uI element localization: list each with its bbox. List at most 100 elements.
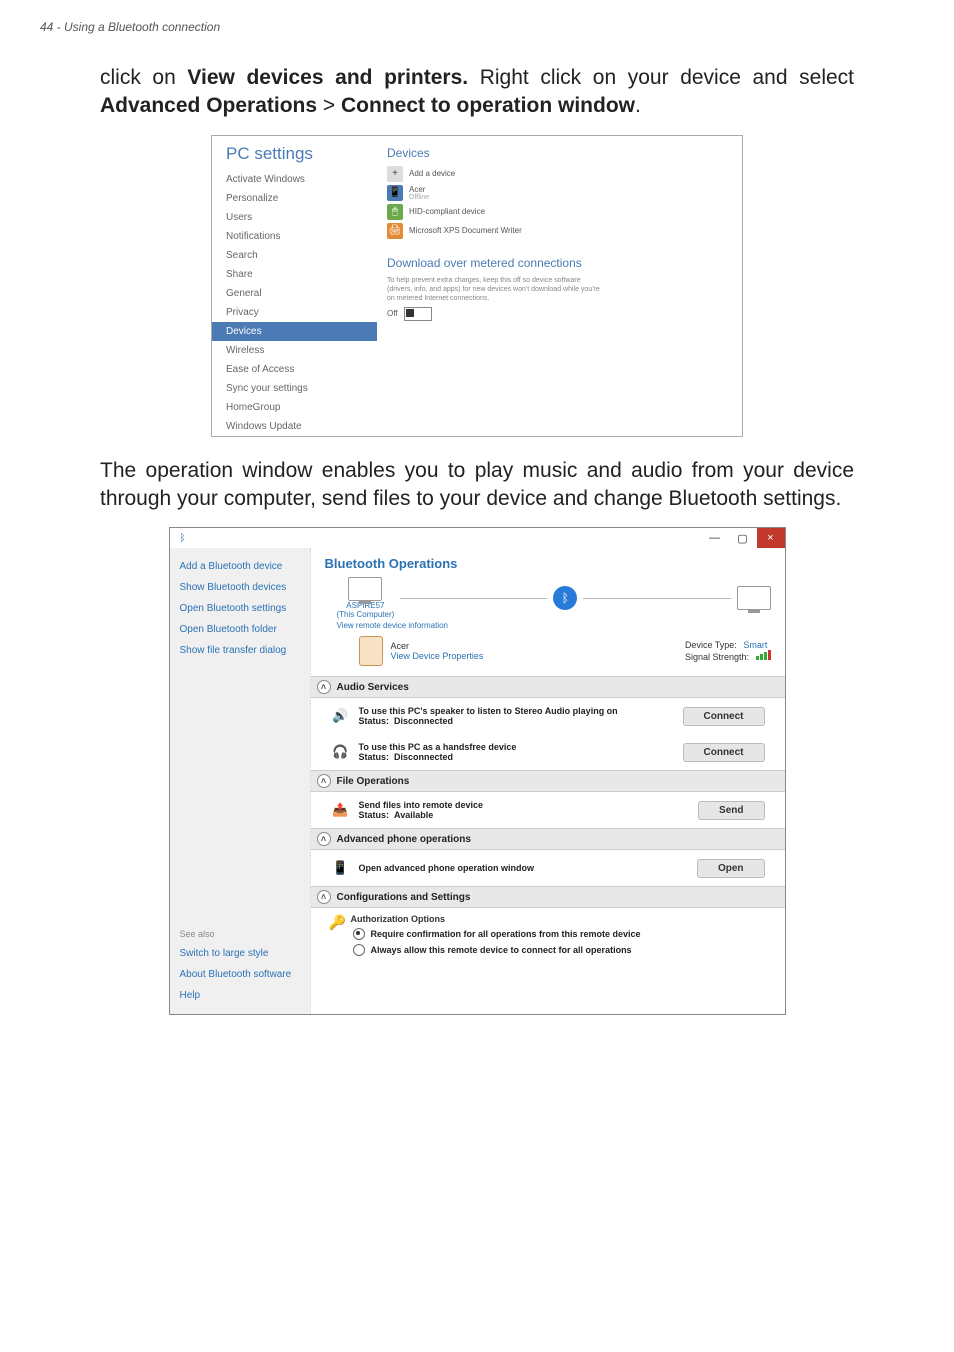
- status-label: Status:: [359, 810, 390, 820]
- device-type-label: Device Type:: [685, 640, 737, 650]
- collapse-icon: ˄: [317, 832, 331, 846]
- see-also-label: See also: [170, 921, 310, 943]
- toggle-label: Off: [387, 309, 398, 318]
- link-help[interactable]: Help: [170, 985, 310, 1006]
- nav-sync-settings[interactable]: Sync your settings: [212, 379, 377, 398]
- pc-settings-sidebar: PC settings Activate Windows Personalize…: [212, 136, 377, 436]
- link-view-remote-info[interactable]: View remote device information: [337, 621, 771, 630]
- window-title-bar: ᛒ — ▢ ×: [170, 528, 785, 548]
- screenshot-bluetooth-operations: ᛒ — ▢ × Add a Bluetooth device Show Blue…: [169, 527, 786, 1015]
- nav-personalize[interactable]: Personalize: [212, 189, 377, 208]
- open-button[interactable]: Open: [697, 859, 765, 878]
- device-row-acer[interactable]: 📱 Acer Offline: [387, 185, 724, 201]
- plus-icon: +: [387, 166, 403, 182]
- t: Right click on your device and select: [468, 66, 854, 89]
- window-minimize-button[interactable]: —: [701, 528, 729, 548]
- devices-heading: Devices: [387, 146, 724, 160]
- nav-devices[interactable]: Devices: [212, 322, 377, 341]
- t: Connect to operation window: [341, 94, 635, 117]
- status-label: Status:: [359, 752, 390, 762]
- radio-require-confirmation[interactable]: Require confirmation for all operations …: [353, 928, 765, 940]
- remote-device-info: Acer View Device Properties Device Type:…: [359, 636, 771, 666]
- group-audio-services[interactable]: ˄ Audio Services: [311, 676, 785, 698]
- bluetooth-icon: ᛒ: [180, 533, 186, 544]
- group-advanced-phone[interactable]: ˄ Advanced phone operations: [311, 828, 785, 850]
- group-label: Audio Services: [337, 682, 409, 693]
- bluetooth-sidebar: Add a Bluetooth device Show Bluetooth de…: [170, 548, 310, 1014]
- pc-settings-title: PC settings: [212, 144, 377, 170]
- send-button[interactable]: Send: [698, 801, 764, 820]
- device-type-value: Smart: [743, 640, 767, 650]
- phone-operation-open: 📱 Open advanced phone operation window O…: [325, 850, 771, 886]
- nav-search[interactable]: Search: [212, 246, 377, 265]
- device-label: Acer Offline: [409, 185, 429, 201]
- device-row-hid[interactable]: 🖱 HID-compliant device: [387, 204, 724, 220]
- nav-wireless[interactable]: Wireless: [212, 341, 377, 360]
- connect-button[interactable]: Connect: [683, 743, 765, 762]
- headset-icon: 🎧: [331, 742, 351, 762]
- link-switch-large-style[interactable]: Switch to large style: [170, 943, 310, 964]
- link-open-bluetooth-folder[interactable]: Open Bluetooth folder: [170, 619, 310, 640]
- metered-toggle[interactable]: [404, 307, 432, 321]
- file-operation-send: 📤 Send files into remote device Status: …: [325, 792, 771, 828]
- page-header: 44 - Using a Bluetooth connection: [40, 20, 914, 34]
- link-about-bluetooth[interactable]: About Bluetooth software: [170, 964, 310, 985]
- nav-homegroup[interactable]: HomeGroup: [212, 398, 377, 417]
- link-open-bluetooth-settings[interactable]: Open Bluetooth settings: [170, 598, 310, 619]
- nav-windows-update[interactable]: Windows Update: [212, 417, 377, 436]
- nav-activate-windows[interactable]: Activate Windows: [212, 170, 377, 189]
- window-maximize-button[interactable]: ▢: [729, 528, 757, 548]
- nav-notifications[interactable]: Notifications: [212, 227, 377, 246]
- metered-heading: Download over metered connections: [387, 256, 724, 270]
- nav-users[interactable]: Users: [212, 208, 377, 227]
- intro-paragraph: click on View devices and printers. Righ…: [100, 64, 854, 121]
- paragraph-2: The operation window enables you to play…: [100, 457, 854, 514]
- device-label: Microsoft XPS Document Writer: [409, 226, 522, 235]
- metered-desc: To help prevent extra charges, keep this…: [387, 276, 607, 303]
- radio-always-allow[interactable]: Always allow this remote device to conne…: [353, 944, 765, 956]
- device-label: HID-compliant device: [409, 207, 485, 216]
- connection-diagram: ASPIRE57 (This Computer) ᛒ: [337, 577, 771, 619]
- device-row-xps[interactable]: 🖨 Microsoft XPS Document Writer: [387, 223, 724, 239]
- t: click on: [100, 66, 187, 89]
- add-device-row[interactable]: + Add a device: [387, 166, 724, 182]
- nav-privacy[interactable]: Privacy: [212, 303, 377, 322]
- nav-general[interactable]: General: [212, 284, 377, 303]
- device-status: Offline: [409, 194, 429, 201]
- audio-service-handsfree: 🎧 To use this PC as a handsfree device S…: [325, 734, 771, 770]
- window-close-button[interactable]: ×: [757, 528, 785, 548]
- group-label: Configurations and Settings: [337, 892, 471, 903]
- host-sub: (This Computer): [337, 610, 395, 619]
- phone-icon: 📱: [387, 185, 403, 201]
- phone-icon: [359, 636, 383, 666]
- nav-share[interactable]: Share: [212, 265, 377, 284]
- key-icon: 🔑: [329, 914, 347, 932]
- radio-icon: [353, 944, 365, 956]
- phone-op-icon: 📱: [331, 858, 351, 878]
- link-add-bluetooth-device[interactable]: Add a Bluetooth device: [170, 556, 310, 577]
- connect-button[interactable]: Connect: [683, 707, 765, 726]
- send-file-icon: 📤: [331, 800, 351, 820]
- link-show-bluetooth-devices[interactable]: Show Bluetooth devices: [170, 577, 310, 598]
- mouse-icon: 🖱: [387, 204, 403, 220]
- collapse-icon: ˄: [317, 680, 331, 694]
- t: .: [635, 94, 641, 117]
- status-value: Disconnected: [394, 752, 453, 762]
- nav-ease-of-access[interactable]: Ease of Access: [212, 360, 377, 379]
- connection-line: [400, 598, 547, 599]
- bluetooth-icon: ᛒ: [553, 586, 577, 610]
- status-value: Available: [394, 810, 433, 820]
- status-label: Status:: [359, 716, 390, 726]
- monitor-icon: [737, 586, 771, 610]
- group-file-operations[interactable]: ˄ File Operations: [311, 770, 785, 792]
- radio-label: Require confirmation for all operations …: [371, 929, 641, 939]
- group-config-settings[interactable]: ˄ Configurations and Settings: [311, 886, 785, 908]
- service-desc: To use this PC's speaker to listen to St…: [359, 706, 618, 716]
- link-view-device-properties[interactable]: View Device Properties: [391, 651, 484, 661]
- pc-settings-content: Devices + Add a device 📱 Acer Offline 🖱 …: [377, 136, 742, 436]
- link-show-file-transfer[interactable]: Show file transfer dialog: [170, 640, 310, 661]
- host-node: ASPIRE57 (This Computer): [337, 577, 395, 619]
- group-label: Advanced phone operations: [337, 834, 471, 845]
- t: >: [317, 94, 341, 117]
- status-value: Disconnected: [394, 716, 453, 726]
